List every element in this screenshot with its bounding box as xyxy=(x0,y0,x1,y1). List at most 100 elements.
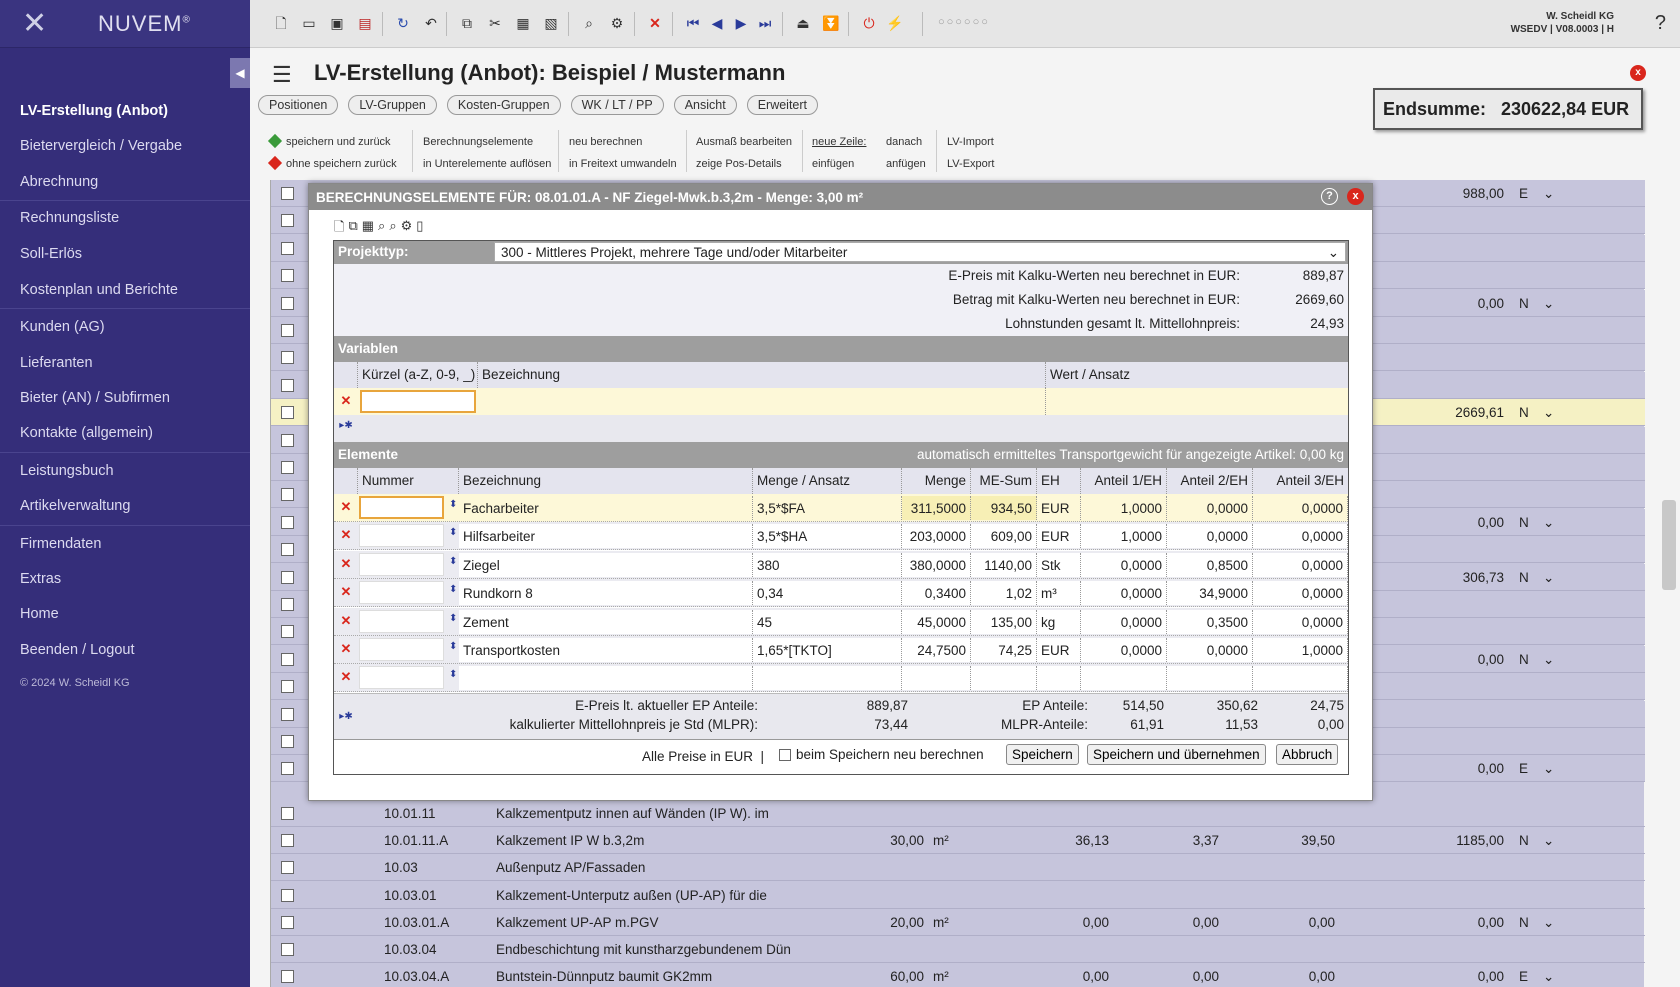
row-flag-select[interactable]: E xyxy=(1519,186,1528,201)
settings-icon[interactable]: ⚙ xyxy=(401,218,413,240)
sort-arrows-icon[interactable]: ⬍ xyxy=(445,494,459,521)
wert-input[interactable] xyxy=(1046,388,1348,415)
row-checkbox[interactable] xyxy=(281,807,294,820)
cell-menge-ansatz[interactable] xyxy=(753,666,902,691)
cell-me-sum[interactable]: 934,50 xyxy=(971,496,1037,520)
row-checkbox[interactable] xyxy=(281,707,294,721)
row-checkbox[interactable] xyxy=(281,888,294,902)
row-flag-select[interactable]: E xyxy=(1519,761,1528,776)
nummer-input[interactable] xyxy=(359,524,444,548)
cell-me-sum[interactable]: 1140,00 xyxy=(971,552,1037,577)
row-checkbox[interactable] xyxy=(281,943,294,956)
delete-row-icon[interactable]: ✕ xyxy=(334,388,358,415)
new-document-icon[interactable]: 🗋 xyxy=(272,14,290,32)
nummer-input[interactable] xyxy=(359,581,444,605)
row-flag-select[interactable]: N xyxy=(1519,915,1529,930)
sidebar-item-kunden[interactable]: Kunden (AG) xyxy=(20,319,105,335)
insert-row-action[interactable]: einfügen xyxy=(812,158,854,170)
copy-icon[interactable]: ⧉ xyxy=(458,14,476,32)
tab-lv-gruppen[interactable]: LV-Gruppen xyxy=(348,95,437,115)
cell-eh[interactable]: m³ xyxy=(1037,581,1081,606)
append-row-action[interactable]: anfügen xyxy=(886,158,926,170)
cell-anteil2[interactable]: 0,3500 xyxy=(1167,609,1253,634)
cell-me-sum[interactable] xyxy=(971,666,1037,691)
row-checkbox[interactable] xyxy=(281,834,294,848)
cell-anteil3[interactable]: 0,0000 xyxy=(1253,496,1348,520)
nummer-input[interactable] xyxy=(359,609,444,633)
new-icon[interactable]: 🗋 xyxy=(334,218,344,240)
first-record-icon[interactable]: ⏮ xyxy=(684,14,702,32)
sidebar-item-home[interactable]: Home xyxy=(20,606,59,622)
lv-export-action[interactable]: LV-Export xyxy=(947,158,995,170)
table-row[interactable]: 10.03 Außenputz AP/Fassaden xyxy=(271,854,1645,882)
cell-eh[interactable] xyxy=(1037,666,1081,691)
row-checkbox[interactable] xyxy=(281,351,294,365)
row-flag-select[interactable]: N xyxy=(1519,833,1529,848)
pdf-icon[interactable]: ▤ xyxy=(356,14,374,32)
cell-menge[interactable]: 311,5000 xyxy=(902,496,971,520)
cell-bezeichnung[interactable]: Facharbeiter xyxy=(459,496,753,520)
cut-icon[interactable]: ✂ xyxy=(486,14,504,32)
row-checkbox[interactable] xyxy=(281,241,294,255)
table-row[interactable]: 10.03.01.A Kalkzement UP-AP m.PGV 20,00 m² 0… xyxy=(271,909,1645,936)
tab-kosten-gruppen[interactable]: Kosten-Gruppen xyxy=(446,95,561,115)
delete-row-icon[interactable]: ✕ xyxy=(334,579,358,606)
close-page-button[interactable]: x xyxy=(1630,65,1646,81)
row-flag-select[interactable]: N xyxy=(1519,296,1529,311)
sort-arrows-icon[interactable]: ⬍ xyxy=(445,664,459,691)
sidebar-collapse-button[interactable]: ◀ xyxy=(230,58,250,88)
table-row[interactable]: 10.01.11 Kalkzementputz innen auf Wänden … xyxy=(271,800,1645,827)
cell-anteil3[interactable]: 1,0000 xyxy=(1253,638,1348,662)
cell-bezeichnung[interactable]: Ziegel xyxy=(459,552,753,577)
cell-bezeichnung[interactable]: Transportkosten xyxy=(459,638,753,662)
nummer-input[interactable] xyxy=(359,496,444,519)
recalc-checkbox[interactable] xyxy=(779,749,791,761)
row-checkbox[interactable] xyxy=(281,652,294,666)
sidebar-item-kostenplan[interactable]: Kostenplan und Berichte xyxy=(20,282,178,298)
sidebar-item-leistungsbuch[interactable]: Leistungsbuch xyxy=(20,463,114,479)
table-row[interactable]: 10.01.11.A Kalkzement IP W b.3,2m 30,00 m² 3… xyxy=(271,827,1645,855)
nosave-back-action[interactable]: ohne speichern zurück xyxy=(267,155,397,171)
search-icon[interactable]: ⌕ xyxy=(378,218,385,240)
bezeichnung-input[interactable] xyxy=(478,388,1046,415)
row-checkbox[interactable] xyxy=(281,915,294,929)
cell-anteil1[interactable] xyxy=(1081,666,1167,691)
cell-menge[interactable]: 45,0000 xyxy=(902,609,971,634)
refresh-icon[interactable]: ↻ xyxy=(394,14,412,32)
row-checkbox[interactable] xyxy=(281,324,294,337)
save-icon[interactable]: ▣ xyxy=(328,14,346,32)
row-checkbox[interactable] xyxy=(281,735,294,748)
last-record-icon[interactable]: ⏭ xyxy=(756,14,774,32)
sidebar-item-lieferanten[interactable]: Lieferanten xyxy=(20,355,93,371)
nummer-input[interactable] xyxy=(359,552,444,576)
table-row[interactable]: 10.03.04.A Buntstein-Dünnputz baumit GK2m… xyxy=(271,963,1645,987)
cell-anteil2[interactable]: 34,9000 xyxy=(1167,581,1253,606)
sidebar-item-kontakte[interactable]: Kontakte (allgemein) xyxy=(20,425,153,441)
cell-menge-ansatz[interactable]: 380 xyxy=(753,552,902,577)
row-checkbox[interactable] xyxy=(281,433,294,447)
delete-row-icon[interactable]: ✕ xyxy=(334,636,358,663)
cell-bezeichnung[interactable] xyxy=(459,666,753,691)
cell-anteil2[interactable]: 0,0000 xyxy=(1167,496,1253,520)
document-icon[interactable]: ▯ xyxy=(416,218,423,240)
paste-icon[interactable]: ▦ xyxy=(362,218,374,240)
cell-menge[interactable]: 24,7500 xyxy=(902,638,971,662)
sort-arrows-icon[interactable]: ⬍ xyxy=(445,551,459,578)
cell-eh[interactable]: Stk xyxy=(1037,552,1081,577)
sidebar-item-bietervergleich[interactable]: Bietervergleich / Vergabe xyxy=(20,138,182,154)
recalc-action[interactable]: neu berechnen xyxy=(569,136,642,148)
row-checkbox[interactable] xyxy=(281,269,294,283)
delete-row-icon[interactable]: ✕ xyxy=(334,551,358,578)
cell-anteil3[interactable]: 0,0000 xyxy=(1253,581,1348,606)
row-checkbox[interactable] xyxy=(281,598,294,611)
row-flag-select[interactable]: N xyxy=(1519,405,1529,420)
delete-row-icon[interactable]: ✕ xyxy=(334,664,358,691)
paste-special-icon[interactable]: ▧ xyxy=(542,14,560,32)
cell-eh[interactable]: EUR xyxy=(1037,524,1081,549)
edit-measure-action[interactable]: Ausmaß bearbeiten xyxy=(696,136,792,148)
cancel-button[interactable]: Abbruch xyxy=(1276,744,1339,765)
cell-me-sum[interactable]: 74,25 xyxy=(971,638,1037,662)
undo-icon[interactable]: ↶ xyxy=(422,14,440,32)
cell-bezeichnung[interactable]: Zement xyxy=(459,609,753,634)
row-checkbox[interactable] xyxy=(281,488,294,502)
